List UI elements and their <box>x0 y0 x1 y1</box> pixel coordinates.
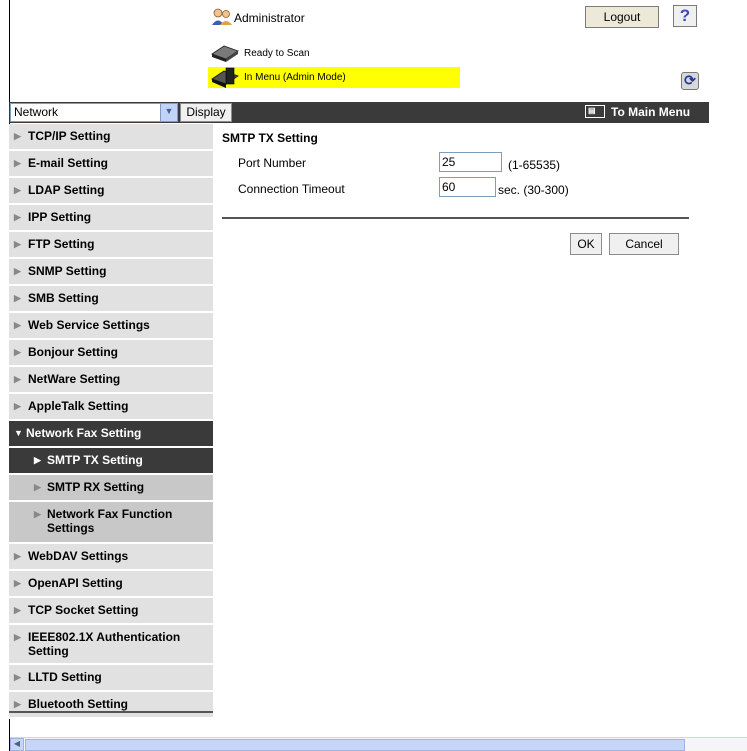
sidebar-item-smb[interactable]: ▶ SMB Setting <box>9 286 213 313</box>
sidebar-item-snmp[interactable]: ▶ SNMP Setting <box>9 259 213 286</box>
sidebar-item-bonjour[interactable]: ▶ Bonjour Setting <box>9 340 213 367</box>
triangle-right-icon: ▶ <box>34 455 41 465</box>
administrator-icon <box>212 8 232 26</box>
role-label: Administrator <box>234 11 305 25</box>
sidebar-subitem-smtp-rx[interactable]: ▶ SMTP RX Setting <box>9 475 213 502</box>
connection-timeout-input[interactable] <box>439 177 496 197</box>
display-button[interactable]: Display <box>180 103 232 122</box>
sidebar-item-ldap[interactable]: ▶ LDAP Setting <box>9 178 213 205</box>
triangle-right-icon: ▶ <box>14 632 21 642</box>
triangle-right-icon: ▶ <box>14 185 21 195</box>
refresh-button[interactable]: ⟳ <box>681 72 699 90</box>
status-menu-text: In Menu (Admin Mode) <box>244 72 346 83</box>
triangle-right-icon: ▶ <box>14 266 21 276</box>
port-number-hint: (1-65535) <box>508 158 561 172</box>
content-divider <box>222 217 689 219</box>
sidebar-item-network-fax[interactable]: ▼ Network Fax Setting <box>9 421 213 448</box>
sidebar-item-ieee8021x[interactable]: ▶ IEEE802.1X Authentication Setting <box>9 625 213 665</box>
triangle-right-icon: ▶ <box>34 509 41 519</box>
sidebar-item-tcp-socket[interactable]: ▶ TCP Socket Setting <box>9 598 213 625</box>
refresh-icon: ⟳ <box>684 72 696 88</box>
triangle-right-icon: ▶ <box>14 551 21 561</box>
triangle-right-icon: ▶ <box>14 578 21 588</box>
sidebar-item-bluetooth[interactable]: ▶ Bluetooth Setting <box>9 692 213 719</box>
sidebar-item-email[interactable]: ▶ E-mail Setting <box>9 151 213 178</box>
sidebar-item-appletalk[interactable]: ▶ AppleTalk Setting <box>9 394 213 421</box>
scanner-icon <box>210 44 240 62</box>
category-select-value: Network <box>14 105 59 119</box>
cancel-button[interactable]: Cancel <box>609 233 679 255</box>
triangle-right-icon: ▶ <box>14 131 21 141</box>
triangle-right-icon: ▶ <box>14 347 21 357</box>
triangle-right-icon: ▶ <box>14 699 21 709</box>
main-menu-link[interactable]: ▤ To Main Menu <box>585 103 690 122</box>
machine-door-icon <box>210 67 240 88</box>
main-menu-label: To Main Menu <box>611 105 691 119</box>
sidebar-item-openapi[interactable]: ▶ OpenAPI Setting <box>9 571 213 598</box>
ok-button[interactable]: OK <box>570 233 602 255</box>
triangle-right-icon: ▶ <box>14 320 21 330</box>
triangle-right-icon: ▶ <box>34 482 41 492</box>
sidebar-item-ftp[interactable]: ▶ FTP Setting <box>9 232 213 259</box>
main-menu-icon: ▤ <box>585 105 605 119</box>
sidebar: ▶ TCP/IP Setting ▶ E-mail Setting ▶ LDAP Se… <box>9 124 213 719</box>
sidebar-subitem-network-fax-function[interactable]: ▶ Network Fax Function Settings <box>9 502 213 544</box>
triangle-right-icon: ▶ <box>14 158 21 168</box>
page-title: SMTP TX Setting <box>222 131 318 145</box>
logout-button[interactable]: Logout <box>585 6 659 28</box>
scroll-left-arrow-icon[interactable]: ◀ <box>10 738 24 751</box>
port-number-label: Port Number <box>238 156 307 170</box>
connection-timeout-hint: sec. (30-300) <box>498 183 569 197</box>
sidebar-item-webdav[interactable]: ▶ WebDAV Settings <box>9 544 213 571</box>
triangle-right-icon: ▶ <box>14 605 21 615</box>
sidebar-item-lltd[interactable]: ▶ LLTD Setting <box>9 665 213 692</box>
port-number-input[interactable] <box>439 152 502 172</box>
triangle-right-icon: ▶ <box>14 374 21 384</box>
sidebar-divider <box>9 711 213 713</box>
triangle-right-icon: ▶ <box>14 293 21 303</box>
help-button[interactable]: ? <box>673 5 697 27</box>
triangle-down-icon: ▼ <box>14 428 23 438</box>
chevron-down-icon[interactable]: ▼ <box>160 104 177 121</box>
triangle-right-icon: ▶ <box>14 212 21 222</box>
status-ready-text: Ready to Scan <box>244 48 310 59</box>
triangle-right-icon: ▶ <box>14 239 21 249</box>
connection-timeout-label: Connection Timeout <box>238 182 345 196</box>
scrollbar-thumb[interactable] <box>25 739 685 751</box>
sidebar-item-ipp[interactable]: ▶ IPP Setting <box>9 205 213 232</box>
sidebar-item-web-service[interactable]: ▶ Web Service Settings <box>9 313 213 340</box>
triangle-right-icon: ▶ <box>14 401 21 411</box>
sidebar-item-netware[interactable]: ▶ NetWare Setting <box>9 367 213 394</box>
triangle-right-icon: ▶ <box>14 672 21 682</box>
category-select[interactable]: Network ▼ <box>10 103 178 122</box>
sidebar-subitem-smtp-tx[interactable]: ▶ SMTP TX Setting <box>9 448 213 475</box>
sidebar-item-tcpip[interactable]: ▶ TCP/IP Setting <box>9 124 213 151</box>
